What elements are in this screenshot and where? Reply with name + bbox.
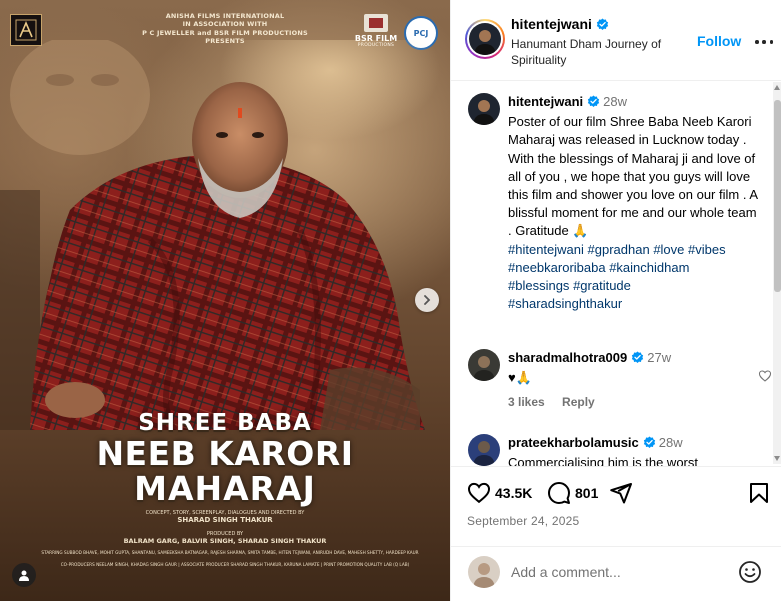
caption-author-avatar[interactable] bbox=[468, 93, 500, 125]
add-comment-input[interactable] bbox=[511, 562, 721, 582]
follow-button[interactable]: Follow bbox=[697, 33, 741, 49]
comment-meta: 3 likes Reply bbox=[508, 395, 609, 409]
post-caption: hitentejwani 28w Poster of our film Shre… bbox=[508, 93, 760, 313]
producer-names: BALRAM GARG, BALVIR SINGH, SHARAD SINGH … bbox=[123, 537, 327, 545]
commenter-username[interactable]: prateekharbolamusic bbox=[508, 435, 639, 450]
post-image-poster[interactable]: ANISHA FILMS INTERNATIONAL IN ASSOCIATIO… bbox=[0, 0, 450, 601]
post-date[interactable]: September 24, 2025 bbox=[467, 514, 579, 528]
caption-body: Poster of our film Shree Baba Neeb Karor… bbox=[508, 114, 758, 239]
comment-body: ♥🙏 bbox=[508, 370, 532, 385]
director-name: SHARAD SINGH THAKUR bbox=[177, 516, 273, 524]
comment-likes[interactable]: 3 likes bbox=[508, 395, 545, 409]
comment-body: Commercialising him is the worst bbox=[508, 455, 698, 466]
save-button[interactable] bbox=[747, 481, 771, 505]
comment-count[interactable]: 801 bbox=[575, 485, 598, 501]
post-location[interactable]: Hanumant Dham Journey of Spirituality bbox=[511, 36, 686, 68]
bsr-logo-icon bbox=[364, 14, 388, 32]
profile-photo-icon bbox=[468, 434, 500, 466]
comment-text-block: prateekharbolamusic 28w Commercialising … bbox=[508, 434, 748, 466]
hashtag-link[interactable]: #blessings bbox=[508, 278, 569, 293]
username-text[interactable]: hitentejwani bbox=[511, 16, 592, 32]
scroll-up-arrow-icon[interactable] bbox=[774, 85, 780, 90]
title-line: NEEB KARORI bbox=[96, 434, 354, 473]
pcj-label: PCJ bbox=[413, 28, 429, 38]
hashtag-link[interactable]: #gpradhan bbox=[588, 242, 650, 257]
author-avatar[interactable] bbox=[465, 19, 505, 59]
comments-scrollbar[interactable] bbox=[773, 82, 781, 464]
comment-text-block: sharadmalhotra009 27w ♥🙏 bbox=[508, 349, 748, 387]
hashtag-link[interactable]: #vibes bbox=[688, 242, 726, 257]
hashtag-link[interactable]: #gratitude bbox=[573, 278, 631, 293]
hashtag-link[interactable]: #sharadsinghthakur bbox=[508, 296, 622, 311]
commenter-username[interactable]: sharadmalhotra009 bbox=[508, 350, 627, 365]
next-image-button[interactable] bbox=[415, 288, 439, 312]
crew-credits: CO-PRODUCERS NEELAM SINGH, KHADAG SINGH … bbox=[60, 562, 410, 567]
scroll-down-arrow-icon[interactable] bbox=[774, 456, 780, 461]
author-username[interactable]: hitentejwani bbox=[511, 16, 609, 32]
hashtag-link[interactable]: #hitentejwani bbox=[508, 242, 584, 257]
post-actions-bar: 43.5K 801 September 24, 2025 bbox=[451, 466, 781, 546]
comment-button[interactable]: 801 bbox=[547, 481, 598, 505]
hashtag-link[interactable]: #neebkaroribaba bbox=[508, 260, 606, 275]
poster-film-title: SHREE BABA NEEB KARORI MAHARAJ bbox=[0, 410, 450, 506]
credit-line: P C JEWELLER and BSR FILM PRODUCTIONS bbox=[142, 28, 308, 37]
current-user-avatar[interactable] bbox=[468, 556, 500, 588]
caption-username[interactable]: hitentejwani bbox=[508, 94, 583, 109]
comment-bubble-icon bbox=[548, 482, 570, 504]
post-details-panel: hitentejwani Hanumant Dham Journey of Sp… bbox=[450, 0, 781, 601]
cast-credits: STARRING SUBBOD BHAVE, MOHIT GUPTA, SHAN… bbox=[41, 550, 419, 555]
verified-badge-icon bbox=[632, 351, 644, 363]
reply-button[interactable]: Reply bbox=[562, 395, 595, 409]
profile-photo-icon bbox=[469, 23, 501, 55]
user-icon bbox=[19, 570, 29, 581]
verified-badge-icon bbox=[587, 95, 600, 107]
comments-scroll-area[interactable]: hitentejwani 28w Poster of our film Shre… bbox=[451, 81, 781, 466]
title-line: SHREE BABA bbox=[138, 410, 312, 436]
hashtag-link[interactable]: #kainchidham bbox=[609, 260, 689, 275]
caption-hashtags: #hitentejwani #gpradhan #love #vibes #ne… bbox=[508, 241, 760, 314]
poster-artwork bbox=[0, 40, 440, 430]
post-header: hitentejwani Hanumant Dham Journey of Sp… bbox=[451, 0, 781, 81]
verified-badge-icon bbox=[596, 17, 609, 30]
comment-timestamp[interactable]: 27w bbox=[647, 350, 671, 365]
heart-icon bbox=[467, 482, 491, 504]
like-comment-heart-icon[interactable] bbox=[758, 369, 772, 383]
profile-photo-icon bbox=[468, 349, 500, 381]
title-line: MAHARAJ bbox=[134, 469, 316, 508]
hashtag-link[interactable]: #love bbox=[653, 242, 684, 257]
profile-photo-icon bbox=[468, 556, 500, 588]
share-button[interactable] bbox=[609, 481, 633, 505]
verified-badge-icon bbox=[643, 436, 655, 448]
scrollbar-thumb[interactable] bbox=[774, 100, 781, 292]
profile-photo-icon bbox=[468, 93, 500, 125]
like-button[interactable]: 43.5K bbox=[467, 481, 532, 505]
tagged-users-button[interactable] bbox=[12, 563, 36, 587]
add-comment-bar bbox=[451, 546, 781, 601]
like-count[interactable]: 43.5K bbox=[495, 485, 532, 501]
emoji-icon[interactable] bbox=[738, 560, 762, 584]
commenter-avatar[interactable] bbox=[468, 434, 500, 466]
caption-timestamp[interactable]: 28w bbox=[603, 94, 627, 109]
paper-plane-icon bbox=[610, 483, 632, 504]
commenter-avatar[interactable] bbox=[468, 349, 500, 381]
comment-timestamp[interactable]: 28w bbox=[659, 435, 683, 450]
chevron-right-icon bbox=[424, 295, 431, 305]
credit-line: ANISHA FILMS INTERNATIONAL bbox=[165, 12, 285, 20]
bookmark-icon bbox=[750, 483, 768, 503]
credit-line: IN ASSOCIATION WITH bbox=[182, 20, 268, 29]
more-options-icon[interactable] bbox=[755, 34, 773, 50]
